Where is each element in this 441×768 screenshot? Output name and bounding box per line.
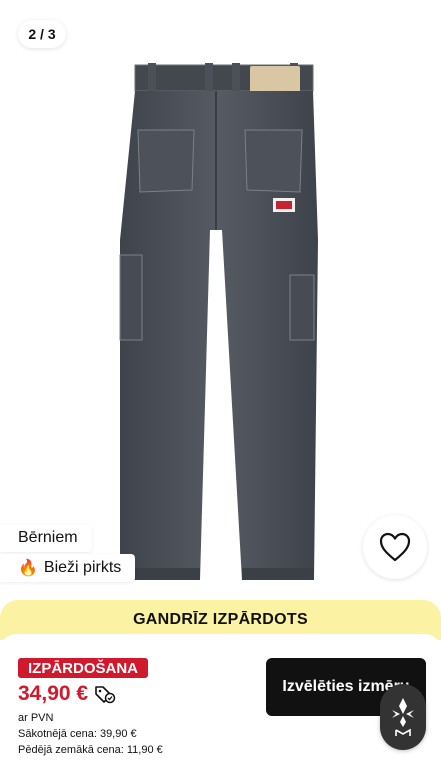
price-row: 34,90 € bbox=[18, 682, 116, 706]
original-price: Sākotnējā cena: 39,90 € bbox=[18, 728, 137, 740]
product-image[interactable] bbox=[110, 60, 332, 590]
vat-note: ar PVN bbox=[18, 712, 54, 724]
assistant-button[interactable] bbox=[380, 684, 426, 750]
wishlist-button[interactable] bbox=[363, 515, 427, 579]
brand-logo-icon bbox=[392, 698, 414, 736]
banner-text: GANDRĪZ IZPĀRDOTS bbox=[133, 611, 308, 628]
product-gallery[interactable]: 2 / 3 Bērniem 🔥 Bieži pirkts bbox=[0, 0, 441, 600]
image-counter: 2 / 3 bbox=[18, 20, 66, 48]
category-label: Bērniem bbox=[18, 529, 78, 546]
popular-badge: 🔥 Bieži pirkts bbox=[0, 554, 136, 582]
price-tag-icon[interactable] bbox=[94, 684, 116, 704]
sale-badge: IZPĀRDOŠANA bbox=[18, 658, 149, 678]
popular-label: Bieži pirkts bbox=[43, 559, 122, 576]
price: 34,90 € bbox=[18, 682, 89, 705]
fire-icon: 🔥 bbox=[18, 560, 38, 577]
category-badge: Bērniem bbox=[0, 524, 92, 552]
purchase-panel: IZPĀRDOŠANA 34,90 € ar PVN Sākotnējā cen… bbox=[0, 634, 441, 762]
heart-icon bbox=[379, 532, 411, 562]
lowest-price: Pēdējā zemākā cena: 11,90 € bbox=[18, 744, 163, 756]
